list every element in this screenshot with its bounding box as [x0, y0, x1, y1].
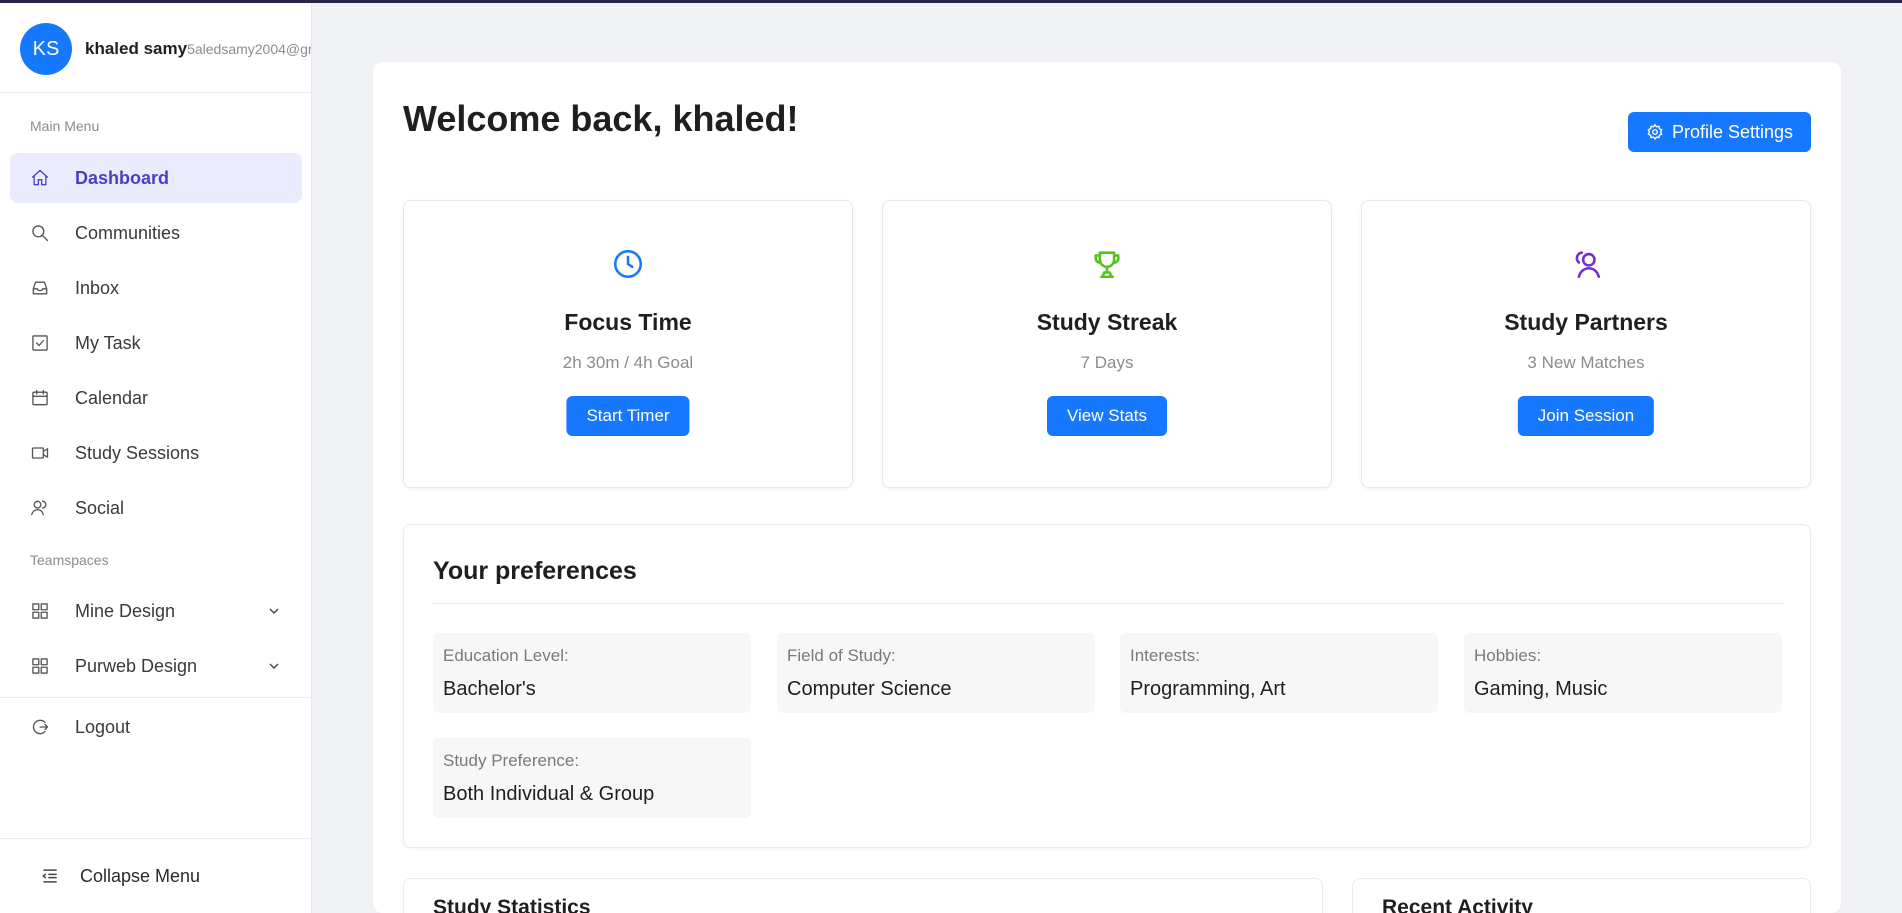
- recent-activity-title: Recent Activity: [1382, 896, 1533, 913]
- sidebar-item-label: Mine Design: [75, 600, 176, 621]
- preference-label: Education Level:: [443, 646, 569, 665]
- main-menu-label: Main Menu: [30, 118, 100, 134]
- recent-activity-card: Recent Activity: [1352, 878, 1811, 913]
- preferences-card: Your preferences Education Level: Bachel…: [403, 524, 1811, 848]
- users-icon: [30, 498, 50, 518]
- sidebar-item-label: Communities: [75, 222, 181, 243]
- user-profile[interactable]: KS khaled samy 5aledsamy2004@gmail.com: [20, 23, 311, 75]
- grid-icon: [30, 601, 50, 621]
- sidebar-item-label: My Task: [75, 332, 141, 353]
- checkbox-icon: [30, 333, 50, 353]
- preference-value: Computer Science: [787, 678, 952, 700]
- study-statistics-card: Study Statistics: [403, 878, 1323, 913]
- sidebar-item-mine-design[interactable]: Mine Design: [10, 586, 302, 636]
- clock-icon: [404, 247, 852, 283]
- study-partners-card: Study Partners 3 New Matches Join Sessio…: [1361, 200, 1811, 488]
- dashboard-panel: Welcome back, khaled! Profile Settings F…: [373, 62, 1841, 913]
- logout-icon: [30, 717, 50, 737]
- user-name: khaled samy: [85, 39, 188, 58]
- profile-settings-button[interactable]: Profile Settings: [1628, 112, 1811, 152]
- inbox-icon: [30, 278, 50, 298]
- card-subtitle: 3 New Matches: [1527, 353, 1645, 372]
- preference-label: Study Preference:: [443, 751, 580, 770]
- sidebar-item-inbox[interactable]: Inbox: [10, 263, 302, 313]
- preference-field-of-study: Field of Study: Computer Science: [777, 633, 1095, 713]
- preference-label: Interests:: [1130, 646, 1200, 665]
- avatar: KS: [20, 23, 72, 75]
- logout-button[interactable]: Logout: [10, 702, 302, 752]
- chevron-down-icon[interactable]: [266, 603, 282, 619]
- gear-icon: [1647, 123, 1663, 141]
- logout-label: Logout: [75, 716, 131, 737]
- sidebar-item-communities[interactable]: Communities: [10, 208, 302, 258]
- video-icon: [30, 443, 50, 463]
- view-stats-button[interactable]: View Stats: [1046, 396, 1168, 436]
- card-subtitle: 2h 30m / 4h Goal: [562, 353, 694, 372]
- sidebar-divider: [0, 697, 311, 698]
- sidebar-item-calendar[interactable]: Calendar: [10, 373, 302, 423]
- sidebar-item-study-sessions[interactable]: Study Sessions: [10, 428, 302, 478]
- calendar-icon: [30, 388, 50, 408]
- preference-value: Both Individual & Group: [443, 783, 655, 805]
- preferences-divider: [433, 603, 1783, 604]
- preference-education-level: Education Level: Bachelor's: [433, 633, 751, 713]
- chevron-down-icon[interactable]: [266, 658, 282, 674]
- teamspaces-label: Teamspaces: [30, 552, 109, 568]
- sidebar-divider: [0, 92, 311, 93]
- card-title: Study Partners: [1504, 309, 1668, 335]
- sidebar-item-label: Inbox: [75, 277, 120, 298]
- user-email: 5aledsamy2004@gmail.com: [187, 41, 311, 57]
- preference-label: Hobbies:: [1474, 646, 1542, 665]
- sidebar-item-label: Dashboard: [75, 167, 170, 188]
- preference-value: Bachelor's: [443, 678, 536, 700]
- sidebar-item-social[interactable]: Social: [10, 483, 302, 533]
- collapse-menu-icon: [42, 869, 57, 883]
- preference-study-preference: Study Preference: Both Individual & Grou…: [433, 738, 751, 818]
- preference-hobbies: Hobbies: Gaming, Music: [1464, 633, 1782, 713]
- preference-value: Programming, Art: [1130, 678, 1286, 700]
- preference-interests: Interests: Programming, Art: [1120, 633, 1438, 713]
- sidebar: KS khaled samy 5aledsamy2004@gmail.com M…: [0, 3, 312, 913]
- sidebar-item-label: Calendar: [75, 387, 149, 408]
- card-subtitle: 7 Days: [1080, 353, 1134, 372]
- card-title: Focus Time: [564, 309, 692, 335]
- preference-label: Field of Study:: [787, 646, 896, 665]
- join-session-button[interactable]: Join Session: [1517, 396, 1655, 436]
- sidebar-item-my-task[interactable]: My Task: [10, 318, 302, 368]
- page-title: Welcome back, khaled!: [403, 98, 799, 139]
- collapse-menu-button[interactable]: Collapse Menu: [0, 838, 311, 913]
- search-icon: [30, 223, 50, 243]
- study-streak-card: Study Streak 7 Days View Stats: [882, 200, 1332, 488]
- home-icon: [30, 168, 50, 188]
- card-title: Study Streak: [1036, 309, 1178, 335]
- sidebar-item-purweb-design[interactable]: Purweb Design: [10, 641, 302, 691]
- sidebar-item-dashboard[interactable]: Dashboard: [10, 153, 302, 203]
- preference-value: Gaming, Music: [1474, 678, 1608, 700]
- collapse-menu-label: Collapse Menu: [80, 865, 201, 886]
- focus-time-card: Focus Time 2h 30m / 4h Goal Start Timer: [403, 200, 853, 488]
- profile-settings-label: Profile Settings: [1671, 121, 1794, 142]
- preferences-title: Your preferences: [433, 557, 637, 585]
- grid-icon: [30, 656, 50, 676]
- sidebar-item-label: Social: [75, 497, 125, 518]
- trophy-icon: [883, 247, 1331, 283]
- sidebar-item-label: Purweb Design: [75, 655, 198, 676]
- users-icon: [1362, 247, 1810, 283]
- start-timer-button[interactable]: Start Timer: [566, 396, 690, 436]
- study-statistics-title: Study Statistics: [433, 896, 591, 913]
- sidebar-item-label: Study Sessions: [75, 442, 200, 463]
